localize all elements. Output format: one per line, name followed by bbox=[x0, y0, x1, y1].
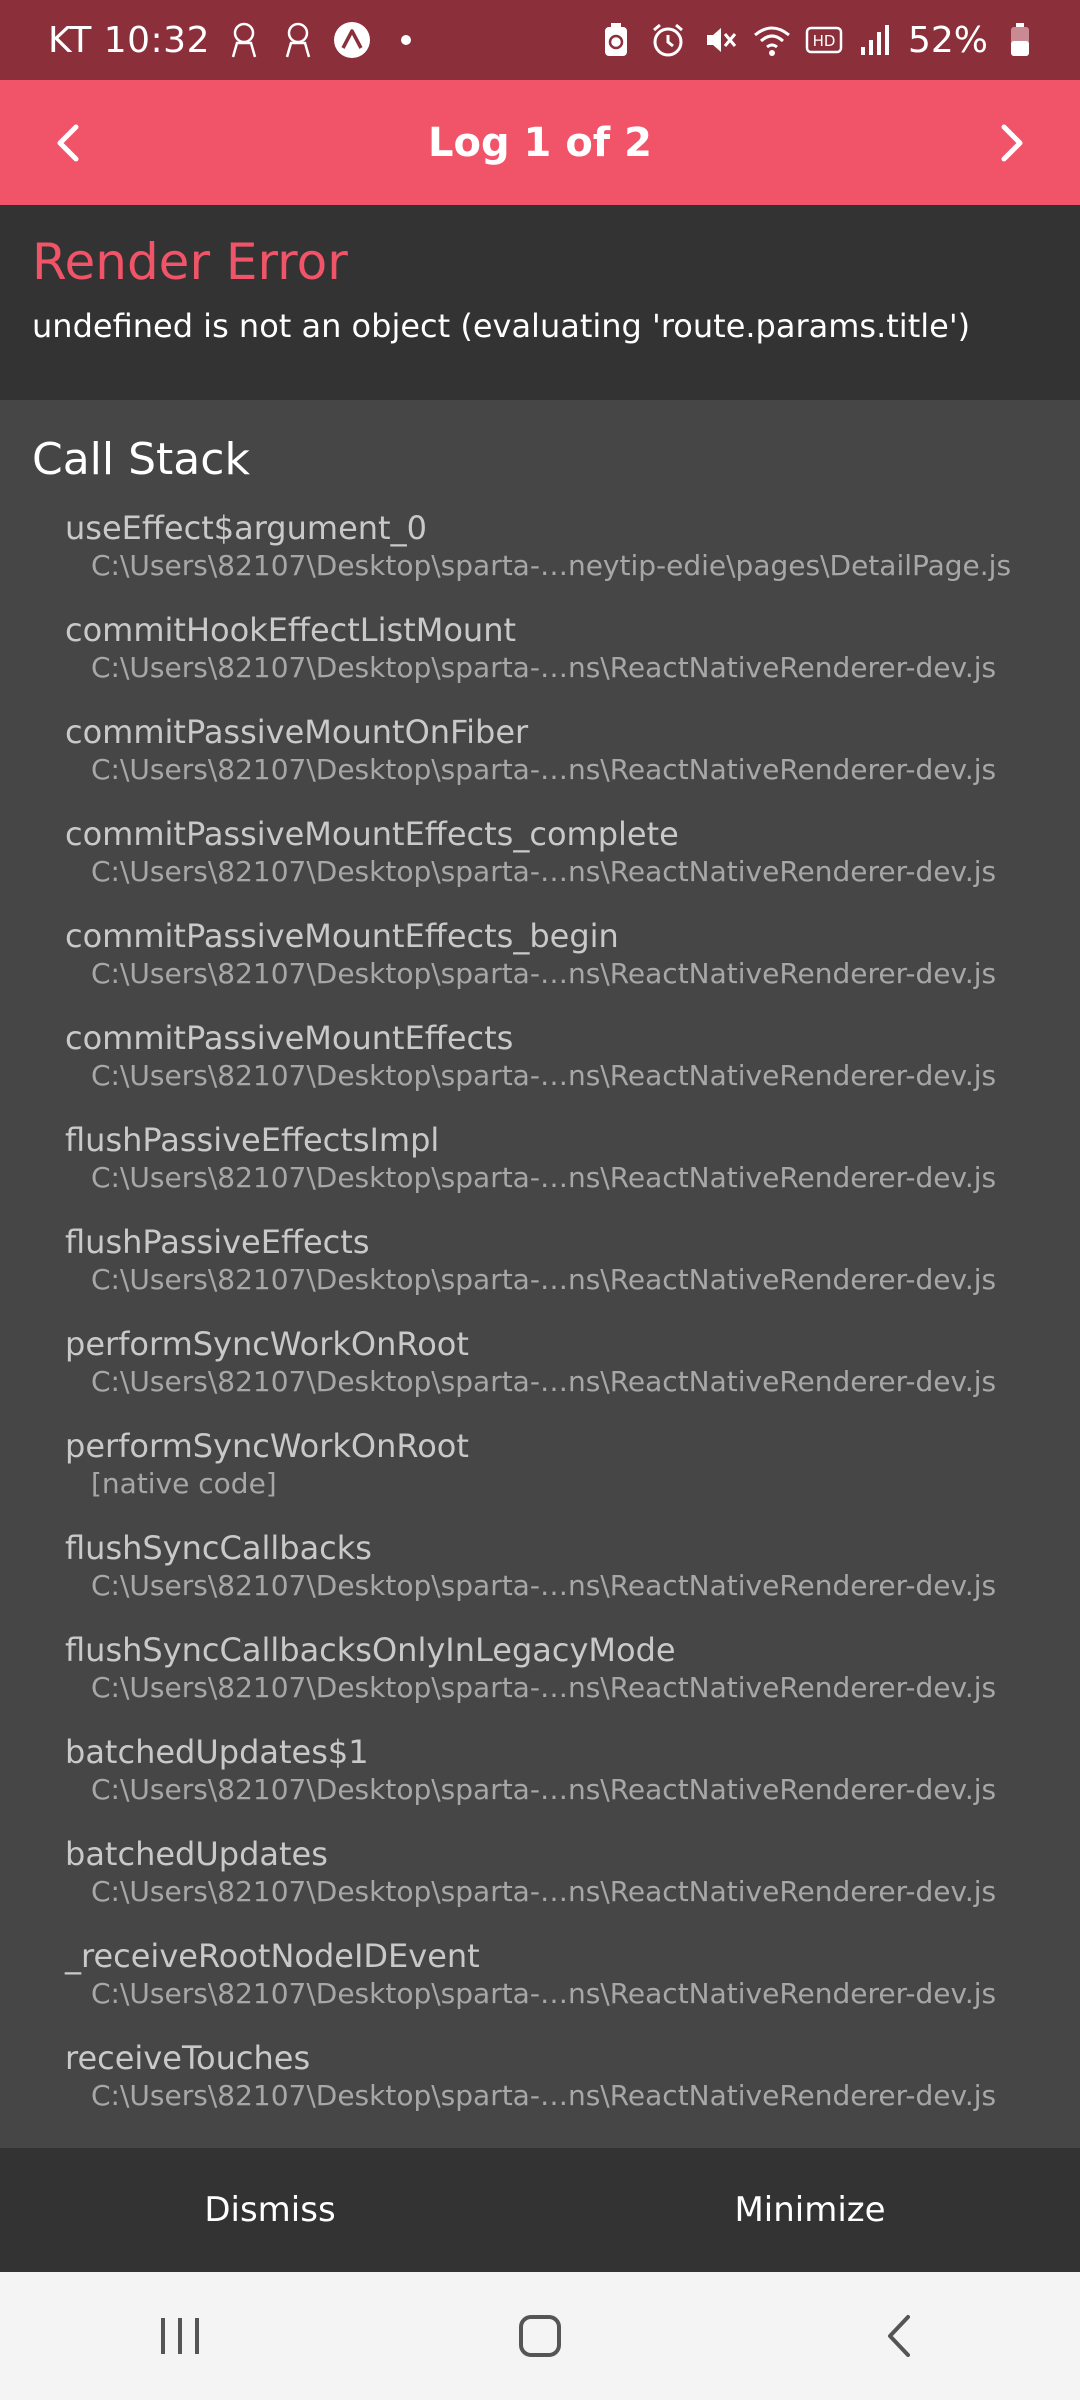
stack-frame-file: C:\Users\82107\Desktop\sparta-…ns\ReactN… bbox=[91, 651, 997, 685]
log-header: Log 1 of 2 bbox=[0, 80, 1080, 205]
log-counter: Log 1 of 2 bbox=[428, 119, 652, 166]
stack-frame[interactable]: receiveTouches C:\Users\82107\Desktop\spa… bbox=[32, 2038, 1048, 2140]
stack-frame-file: C:\Users\82107\Desktop\sparta-…neytip-ed… bbox=[91, 549, 1012, 583]
stack-frame-method: commitPassiveMountEffects bbox=[65, 1019, 514, 1058]
system-nav-bar bbox=[0, 2272, 1080, 2400]
stack-frame-list: useEffect$argument_0 C:\Users\82107\Deskt… bbox=[32, 508, 1048, 2140]
stack-frame[interactable]: batchedUpdates C:\Users\82107\Desktop\spa… bbox=[32, 1834, 1048, 1936]
stack-frame-method: performSyncWorkOnRoot bbox=[65, 1427, 469, 1466]
status-bar: KT 10:32 HD 52% bbox=[0, 0, 1080, 80]
stack-frame-file: C:\Users\82107\Desktop\sparta-…ns\ReactN… bbox=[91, 957, 997, 991]
stack-frame-file: C:\Users\82107\Desktop\sparta-…ns\ReactN… bbox=[91, 1365, 997, 1399]
error-message: undefined is not an object (evaluating '… bbox=[32, 307, 971, 345]
wifi-icon bbox=[752, 20, 792, 60]
stack-frame[interactable]: commitPassiveMountEffects_begin C:\Users\… bbox=[32, 916, 1048, 1018]
home-icon bbox=[519, 2315, 561, 2357]
stack-frame-method: batchedUpdates$1 bbox=[65, 1733, 369, 1772]
stack-frame[interactable]: performSyncWorkOnRoot [native code] bbox=[32, 1426, 1048, 1528]
stack-frame-file: C:\Users\82107\Desktop\sparta-…ns\ReactN… bbox=[91, 1977, 997, 2011]
stack-frame[interactable]: batchedUpdates$1 C:\Users\82107\Desktop\s… bbox=[32, 1732, 1048, 1834]
stack-frame-file: C:\Users\82107\Desktop\sparta-…ns\ReactN… bbox=[91, 855, 997, 889]
stack-frame-file: C:\Users\82107\Desktop\sparta-…ns\ReactN… bbox=[91, 1059, 997, 1093]
stack-frame[interactable]: flushSyncCallbacks C:\Users\82107\Desktop… bbox=[32, 1528, 1048, 1630]
stack-frame[interactable]: commitHookEffectListMount C:\Users\82107\… bbox=[32, 610, 1048, 712]
stack-frame[interactable]: flushPassiveEffects C:\Users\82107\Deskto… bbox=[32, 1222, 1048, 1324]
stack-frame-file: C:\Users\82107\Desktop\sparta-…ns\ReactN… bbox=[91, 1263, 997, 1297]
battery-saver-icon bbox=[596, 20, 636, 60]
stack-frame-method: flushPassiveEffectsImpl bbox=[65, 1121, 440, 1160]
stack-frame[interactable]: flushPassiveEffectsImpl C:\Users\82107\De… bbox=[32, 1120, 1048, 1222]
stack-frame-file: C:\Users\82107\Desktop\sparta-…ns\ReactN… bbox=[91, 2079, 997, 2113]
stack-frame-file: C:\Users\82107\Desktop\sparta-…ns\ReactN… bbox=[91, 1773, 997, 1807]
mute-icon bbox=[700, 20, 740, 60]
chevron-left-icon bbox=[57, 124, 79, 161]
dot-icon bbox=[386, 20, 426, 60]
stack-frame-method: flushSyncCallbacks bbox=[65, 1529, 372, 1568]
svg-text:HD: HD bbox=[813, 32, 836, 50]
stack-frame-file: [native code] bbox=[91, 1467, 277, 1501]
next-log-button[interactable] bbox=[952, 80, 1072, 205]
battery-icon bbox=[1000, 20, 1040, 60]
stack-frame-method: flushPassiveEffects bbox=[65, 1223, 370, 1262]
stack-frame[interactable]: useEffect$argument_0 C:\Users\82107\Deskt… bbox=[32, 508, 1048, 610]
stack-frame-method: flushSyncCallbacksOnlyInLegacyMode bbox=[65, 1631, 676, 1670]
error-title: Render Error bbox=[32, 233, 348, 291]
chevron-right-icon bbox=[1001, 124, 1023, 161]
expo-icon bbox=[332, 20, 372, 60]
signal-icon bbox=[856, 20, 896, 60]
stack-frame-file: C:\Users\82107\Desktop\sparta-…ns\ReactN… bbox=[91, 753, 997, 787]
stack-frame[interactable]: flushSyncCallbacksOnlyInLegacyMode C:\Use… bbox=[32, 1630, 1048, 1732]
stack-frame[interactable]: _receiveRootNodeIDEvent C:\Users\82107\De… bbox=[32, 1936, 1048, 2038]
error-summary: Render Error undefined is not an object … bbox=[0, 205, 1080, 400]
status-time: KT 10:32 bbox=[48, 19, 210, 61]
stack-frame-method: commitPassiveMountEffects_complete bbox=[65, 815, 679, 854]
alarm-icon bbox=[648, 20, 688, 60]
stack-frame-file: C:\Users\82107\Desktop\sparta-…ns\ReactN… bbox=[91, 1569, 997, 1603]
battery-percent: 52% bbox=[907, 19, 988, 61]
stack-frame-method: commitPassiveMountEffects_begin bbox=[65, 917, 619, 956]
stack-frame[interactable]: performSyncWorkOnRoot C:\Users\82107\Desk… bbox=[32, 1324, 1048, 1426]
recent-apps-icon bbox=[161, 2318, 199, 2354]
call-stack[interactable]: Call Stack useEffect$argument_0 C:\Users\… bbox=[0, 400, 1080, 2148]
previous-log-button[interactable] bbox=[8, 80, 128, 205]
back-button[interactable] bbox=[830, 2286, 970, 2386]
call-stack-heading: Call Stack bbox=[32, 434, 250, 485]
home-button[interactable] bbox=[470, 2286, 610, 2386]
stack-frame[interactable]: commitPassiveMountOnFiber C:\Users\82107\… bbox=[32, 712, 1048, 814]
back-icon bbox=[888, 2315, 910, 2357]
stack-frame-method: useEffect$argument_0 bbox=[65, 509, 427, 548]
stack-frame-method: _receiveRootNodeIDEvent bbox=[65, 1937, 480, 1976]
stack-frame-method: receiveTouches bbox=[65, 2039, 311, 2078]
stack-frame-method: commitHookEffectListMount bbox=[65, 611, 517, 650]
stack-frame-file: C:\Users\82107\Desktop\sparta-…ns\ReactN… bbox=[91, 1875, 997, 1909]
stack-frame[interactable]: commitPassiveMountEffects C:\Users\82107\… bbox=[32, 1018, 1048, 1120]
stack-frame-method: batchedUpdates bbox=[65, 1835, 328, 1874]
stack-frame[interactable]: commitPassiveMountEffects_complete C:\Use… bbox=[32, 814, 1048, 916]
stack-frame-file: C:\Users\82107\Desktop\sparta-…ns\ReactN… bbox=[91, 1671, 997, 1705]
minimize-button[interactable]: Minimize bbox=[540, 2148, 1080, 2272]
stack-frame-method: performSyncWorkOnRoot bbox=[65, 1325, 469, 1364]
hd-icon: HD bbox=[804, 20, 844, 60]
notification-avatar-icon bbox=[278, 20, 318, 60]
notification-avatar-icon bbox=[224, 20, 264, 60]
stack-frame-file: C:\Users\82107\Desktop\sparta-…ns\ReactN… bbox=[91, 1161, 997, 1195]
dismiss-button[interactable]: Dismiss bbox=[0, 2148, 540, 2272]
action-bar: Dismiss Minimize bbox=[0, 2148, 1080, 2272]
stack-frame-method: commitPassiveMountOnFiber bbox=[65, 713, 529, 752]
recent-apps-button[interactable] bbox=[110, 2286, 250, 2386]
